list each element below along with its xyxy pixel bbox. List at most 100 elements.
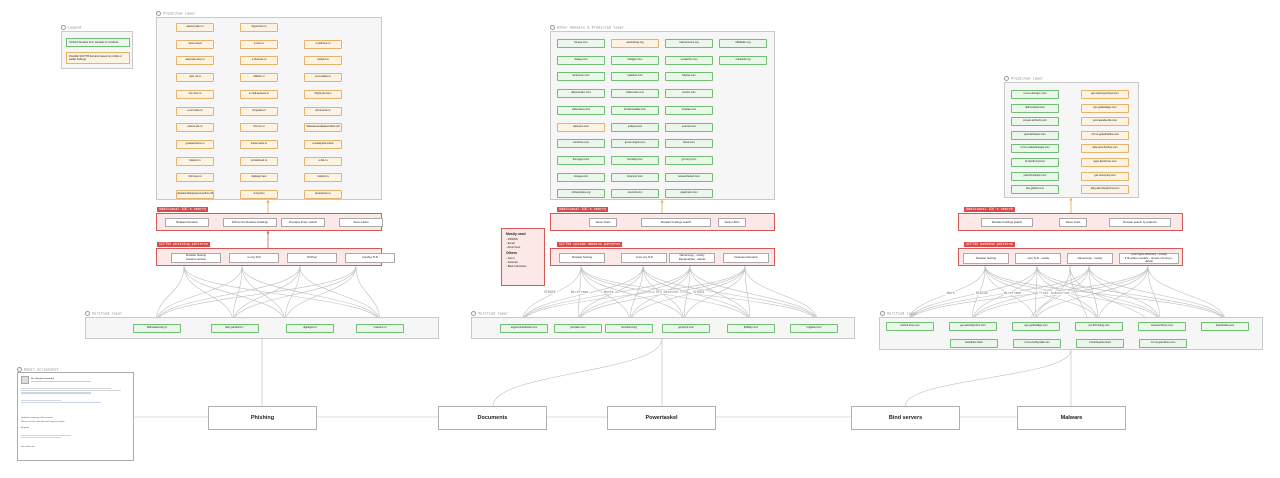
domain-item[interactable]: pelenihusfrape.com [1011,171,1059,181]
domain-item[interactable]: ppc-getfieldapp.com [1081,103,1129,113]
domain-item[interactable]: defe-olumbcnline.com [1081,144,1129,154]
domain-item[interactable]: trabconcoms.org [665,39,713,48]
domain-item[interactable]: rlroatae.com [665,105,713,115]
domain-item[interactable]: rrrrmo-huffeywlaf.com [1013,339,1061,348]
domain-item[interactable]: kraenbidse.com [1201,322,1249,331]
domain-item[interactable]: plbg-abumbophrrnw.com [1081,185,1129,195]
domain-item[interactable]: flnffidey.com [727,324,775,333]
stage-powertaskel[interactable]: Powertaskel [607,406,716,430]
pattern-item[interactable]: DrPost Xiu Russian Holdings [223,218,277,227]
domain-item[interactable]: lsBode.ru [240,73,278,83]
domain-item[interactable]: lablyuenden.com [557,89,605,99]
domain-item[interactable]: tolelent.ru [176,156,214,166]
domain-item[interactable]: rko-mho.ru [176,89,214,99]
domain-item[interactable]: rrrrmo-getefdruo.com [1139,339,1187,348]
pattern-item[interactable]: Russian hostings search [641,218,711,227]
domain-item[interactable]: e-mrrmdse.ru [176,106,214,116]
domain-item[interactable]: mseezur.ru [356,324,404,333]
domain-item[interactable]: hronbbepola.cloud [1076,339,1124,348]
pattern-item[interactable]: Name/copy - mostly [1067,253,1113,264]
domain-item[interactable]: wabrudees.com [557,105,605,115]
stage-documents[interactable]: Documents [438,406,547,430]
pattern-item[interactable]: Russian hostings search [981,218,1033,227]
domain-item[interactable]: e-redirune.ru [304,39,342,49]
domain-item[interactable]: lt9bdadic.org [719,39,767,48]
domain-item[interactable]: oevcndi.com [611,189,659,199]
domain-item[interactable]: storgee.com [557,172,605,182]
domain-item[interactable]: aetyrode-drop.ru [176,56,214,66]
domain-item[interactable]: orentm.com [665,89,713,99]
pattern-item[interactable]: Same Hosts [339,218,383,227]
domain-item[interactable]: pnneet-anhordo.com [1011,117,1059,127]
pattern-item[interactable]: Related Domains [165,218,209,227]
domain-item[interactable]: dellrcordand.com [1011,103,1059,113]
domain-item[interactable]: callenrules.com [611,89,659,99]
domain-item[interactable]: papdnstor.com [665,189,713,199]
stage-phishing[interactable]: Phishing [208,406,317,430]
domain-item[interactable]: rcbrmeve.ru [176,173,214,183]
domain-item[interactable]: rnlgeloe.com [790,324,838,333]
domain-item[interactable]: ponmeesdeurds.com [1081,117,1129,127]
domain-item[interactable]: buntlemuelder.com [611,105,659,115]
domain-item[interactable]: ateonymdex.ru [176,23,214,32]
pattern-item[interactable]: Russian hosting Amazon service [171,253,221,263]
domain-item[interactable]: bbght-pro.item [304,89,342,99]
domain-item[interactable]: lornelbiy.com [611,155,659,165]
domain-item[interactable]: apd-debbiearr.com [1011,130,1059,140]
domain-item[interactable]: modpro.ru [304,173,342,183]
pattern-item[interactable]: (one hyper-directory - mostly if fif-wri… [1119,252,1179,264]
pattern-item[interactable]: Same hosts [589,218,617,227]
domain-item[interactable]: govermingrls.com [611,139,659,149]
pattern-item[interactable]: Another TLD [345,253,395,263]
domain-item[interactable]: rctrposite.ru [240,106,278,116]
pattern-item[interactable]: Domains Frazy search [281,218,325,227]
domain-item[interactable]: st-facebook.ru [240,156,278,166]
pattern-item[interactable]: .com TLD - mostly [1015,253,1061,264]
domain-item[interactable]: bebolbloc.fresh [950,339,998,348]
domain-item[interactable]: frepsit-link.ru [240,23,278,32]
domain-item[interactable]: rrrrmo-gebebhafloo.com [1081,130,1129,140]
domain-item[interactable]: digitelgov.ru [286,324,334,333]
domain-item[interactable]: avgservicesdsoke.com [500,324,548,333]
domain-item[interactable]: urpu-rut.ru [176,73,214,83]
domain-item[interactable]: dibfusasecurity.ru [133,324,181,333]
pattern-item[interactable]: Russian hosting [559,253,605,263]
domain-item[interactable]: dnrumente.ru [304,106,342,116]
domain-item[interactable]: dompgen.com [557,155,605,165]
domain-item[interactable]: gmmmy.com [665,155,713,165]
domain-item[interactable]: tracte-todrs.ru [240,139,278,149]
domain-item[interactable]: k-rbto.ru [240,39,278,49]
domain-item[interactable]: heltigen.com [611,55,659,65]
domain-item[interactable]: e-rkeafpeds.online [304,139,342,149]
domain-item[interactable]: dels-yandexl.fo... [211,324,259,333]
stage-bind-servers[interactable]: Bind servers [851,406,960,430]
domain-item[interactable]: a-vnnuldee.ru [304,73,342,83]
domain-item[interactable]: bopcsort.com [611,172,659,182]
domain-item[interactable]: gruwael-there.ru [176,139,214,149]
pattern-item[interactable]: ru.org TLD [229,253,279,263]
domain-item[interactable]: enenstr.com [665,122,713,132]
domain-item[interactable]: apc-getfieldapp.com [1012,322,1060,331]
domain-item[interactable]: apc-atuonypunfrew.com [1081,90,1129,99]
domain-item[interactable]: seentcenthree.com [1138,322,1186,331]
domain-item[interactable]: ndmo-cevel [176,39,214,49]
pattern-item[interactable]: Same URLs [718,218,746,227]
domain-item[interactable]: e-thuouse.ru [240,56,278,66]
domain-item[interactable]: caladent.com [611,72,659,82]
domain-item[interactable]: eovlacrhn.com [665,55,713,65]
domain-item[interactable]: wonkelmay.org [611,39,659,48]
domain-item[interactable]: jordpea.com [611,122,659,132]
domain-item[interactable]: flum-fo.ru [240,123,278,133]
domain-item[interactable]: dr-ilandlrned.com [1011,158,1059,167]
domain-item[interactable]: get-houd-ploy.com [1081,171,1129,181]
pattern-item[interactable]: .com/.org TLD [621,253,667,263]
pattern-item[interactable]: DrrPost [287,253,337,263]
pattern-item[interactable]: Overused domains [723,253,769,263]
domain-item[interactable]: digiteign.item [240,173,278,183]
domain-item[interactable]: get-ashodaymhor.com [949,322,997,331]
domain-item[interactable]: rrrrmo-safesdlvangel.com [1011,144,1059,154]
domain-item[interactable]: anthos-fove.com [886,322,934,331]
domain-item[interactable]: inflowenlpes.org [557,189,605,199]
stage-malware[interactable]: Malware [1017,406,1126,430]
domain-item[interactable]: d-iny.item [240,190,278,199]
